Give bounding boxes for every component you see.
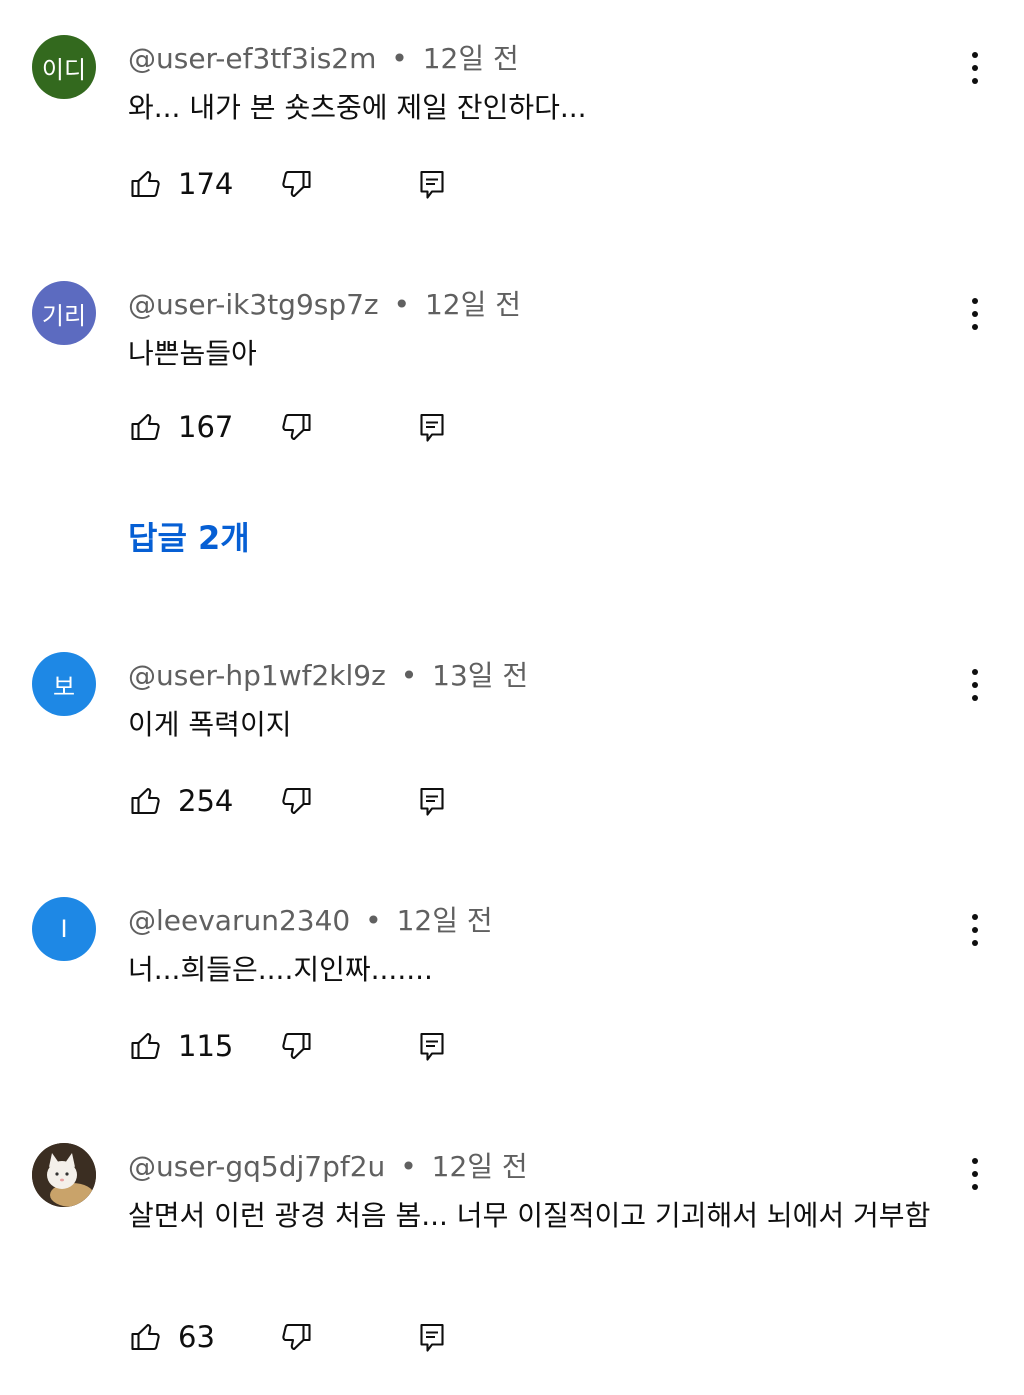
avatar[interactable]: 이디 xyxy=(32,35,96,99)
comment-time[interactable]: 12일 전 xyxy=(397,904,493,937)
reply-button[interactable] xyxy=(414,166,450,202)
comment-actions: 167 xyxy=(128,407,444,447)
comment-time[interactable]: 13일 전 xyxy=(432,659,528,692)
comment-meta: @user-ef3tf3is2m • 12일 전 xyxy=(128,37,519,77)
like-button[interactable]: 167 xyxy=(128,409,233,445)
comment-time[interactable]: 12일 전 xyxy=(423,42,519,75)
avatar[interactable]: I xyxy=(32,897,96,961)
separator-dot: • xyxy=(400,1150,417,1183)
more-vertical-icon[interactable] xyxy=(960,1149,990,1199)
comment-time[interactable]: 12일 전 xyxy=(432,1150,528,1183)
author-handle[interactable]: @leevarun2340 xyxy=(128,904,350,937)
more-vertical-icon[interactable] xyxy=(960,905,990,955)
separator-dot: • xyxy=(400,659,418,692)
thumbs-up-icon xyxy=(131,170,160,198)
reply-button[interactable] xyxy=(414,1319,450,1355)
avatar[interactable]: 기리 xyxy=(32,281,96,345)
avatar-initials: 보 xyxy=(52,672,76,701)
reply-button[interactable] xyxy=(414,409,450,445)
avatar[interactable] xyxy=(32,1143,96,1207)
thumbs-down-icon xyxy=(282,1032,311,1060)
like-count: 174 xyxy=(178,167,234,201)
avatar-initials: I xyxy=(60,915,68,943)
dislike-button[interactable] xyxy=(278,166,314,202)
reply-icon xyxy=(420,1032,444,1061)
reply-button[interactable] xyxy=(414,1028,450,1064)
thumbs-down-icon xyxy=(282,1323,311,1351)
more-vertical-icon[interactable] xyxy=(960,43,990,93)
comment-text: 살면서 이런 광경 처음 봄... 너무 이질적이고 기괴해서 뇌에서 거부함 xyxy=(128,1199,931,1232)
author-handle[interactable]: @user-hp1wf2kl9z xyxy=(128,659,386,692)
reply-icon xyxy=(420,413,444,442)
comment-time[interactable]: 12일 전 xyxy=(425,288,521,321)
like-count: 167 xyxy=(178,410,234,444)
like-button[interactable]: 115 xyxy=(128,1028,233,1064)
like-button[interactable]: 63 xyxy=(128,1319,215,1355)
like-count: 63 xyxy=(178,1320,215,1354)
dislike-button[interactable] xyxy=(278,1319,314,1355)
thumbs-down-icon xyxy=(282,787,311,815)
comment-text: 와... 내가 본 숏츠중에 제일 잔인하다... xyxy=(128,91,587,124)
thumbs-down-icon xyxy=(282,413,311,441)
comment-actions: 254 xyxy=(128,781,444,821)
separator-dot: • xyxy=(365,904,382,937)
dislike-button[interactable] xyxy=(278,409,314,445)
author-handle[interactable]: @user-ik3tg9sp7z xyxy=(128,288,379,321)
comment-meta: @user-gq5dj7pf2u • 12일 전 xyxy=(128,1145,528,1185)
like-count: 115 xyxy=(178,1029,234,1063)
replies-link[interactable]: 답글 2개 xyxy=(128,513,250,559)
comment-actions: 63 xyxy=(128,1317,444,1357)
author-handle[interactable]: @user-ef3tf3is2m xyxy=(128,42,376,75)
dislike-button[interactable] xyxy=(278,783,314,819)
thumbs-up-icon xyxy=(131,1032,160,1060)
comment-actions: 174 xyxy=(128,164,444,204)
comment-text: 이게 폭력이지 xyxy=(128,708,292,741)
thumbs-up-icon xyxy=(131,1323,160,1351)
comment-meta: @user-ik3tg9sp7z • 12일 전 xyxy=(128,283,521,323)
comment-meta: @leevarun2340 • 12일 전 xyxy=(128,899,493,939)
like-button[interactable]: 174 xyxy=(128,166,233,202)
comment-text: 나쁜놈들아 xyxy=(128,337,257,370)
avatar[interactable]: 보 xyxy=(32,652,96,716)
more-vertical-icon[interactable] xyxy=(960,660,990,710)
reply-icon xyxy=(420,787,444,816)
separator-dot: • xyxy=(391,42,408,75)
thumbs-up-icon xyxy=(131,413,160,441)
avatar-initials: 기리 xyxy=(41,301,87,330)
cat-photo-avatar-icon xyxy=(32,1143,96,1207)
thumbs-up-icon xyxy=(131,787,160,815)
separator-dot: • xyxy=(393,288,411,321)
thumbs-down-icon xyxy=(282,170,311,198)
comment-text: 너...희들은....지인짜....... xyxy=(128,953,433,986)
reply-icon xyxy=(420,1323,444,1352)
author-handle[interactable]: @user-gq5dj7pf2u xyxy=(128,1150,385,1183)
like-count: 254 xyxy=(178,784,234,818)
reply-button[interactable] xyxy=(414,783,450,819)
avatar-initials: 이디 xyxy=(41,55,87,84)
more-vertical-icon[interactable] xyxy=(960,289,990,339)
reply-icon xyxy=(420,170,444,199)
comment-meta: @user-hp1wf2kl9z • 13일 전 xyxy=(128,654,528,694)
like-button[interactable]: 254 xyxy=(128,783,233,819)
dislike-button[interactable] xyxy=(278,1028,314,1064)
comment-actions: 115 xyxy=(128,1026,444,1066)
